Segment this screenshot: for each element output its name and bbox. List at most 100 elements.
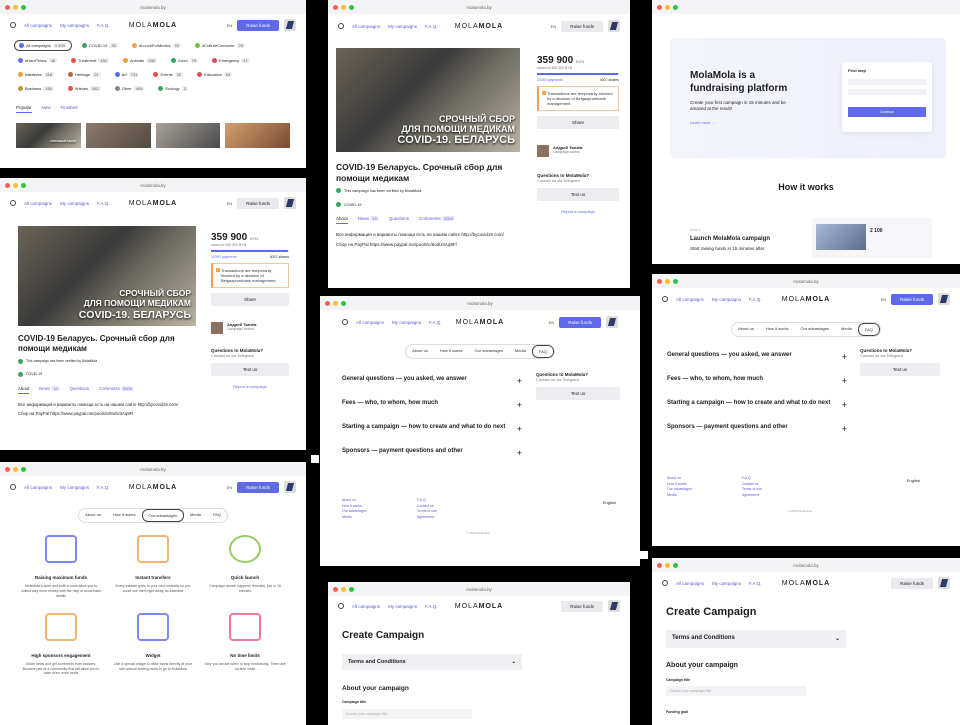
nav-all-campaigns[interactable]: All campaigns [676,297,704,302]
report-link[interactable]: Report a campaign [211,384,289,389]
language-selector[interactable]: EN [549,320,555,325]
footer-lang[interactable]: English [907,478,920,483]
logo[interactable]: MOLAMOLA [129,22,177,29]
nav-faq[interactable]: F.A.Q. [425,604,438,609]
avatar[interactable] [284,19,296,31]
category-chip[interactable]: Ecology 3 [154,84,191,93]
tab-how-it-works[interactable]: How it works [434,345,469,358]
text-us-button[interactable]: Text us [537,188,619,201]
nav-faq[interactable]: F.A.Q. [429,320,442,325]
raise-funds-button[interactable]: Raise funds [891,577,933,589]
search-icon[interactable] [342,319,348,325]
avatar[interactable] [938,293,950,305]
tab-news[interactable]: News 19 [358,216,379,224]
faq-item[interactable]: Fees — who, to whom, how much + [342,396,522,414]
nav-all-campaigns[interactable]: All campaigns [24,201,52,206]
nav-faq[interactable]: F.A.Q. [97,23,110,28]
nav-all-campaigns[interactable]: All campaigns [676,581,704,586]
author-block[interactable]: Андрей Ткачёв Campaign author [211,322,289,334]
category-chip[interactable]: #LunchForMedics 22 [128,40,185,51]
category-chip[interactable]: #HardTimes 48 [14,56,61,65]
nav-my-campaigns[interactable]: My campaigns [388,24,417,29]
faq-item[interactable]: Fees — who, to whom, how much + [667,372,847,390]
tab-finished[interactable]: Finished [61,105,78,113]
search-icon[interactable] [662,580,668,586]
category-chip[interactable]: Initiatives 116 [14,70,58,79]
nav-faq[interactable]: F.A.Q. [749,581,762,586]
tab-our-advantages[interactable]: Our advantages [795,323,835,336]
footer-link[interactable]: Media [342,515,367,521]
faq-item[interactable]: Starting a campaign — how to create and … [342,420,522,438]
category-chip[interactable]: All campaigns 1 400 [14,40,72,51]
faq-item[interactable]: General questions — you asked, we answer… [342,372,522,390]
campaign-card[interactable] [85,123,151,148]
search-icon[interactable] [10,200,16,206]
faq-item[interactable]: Starting a campaign — how to create and … [667,396,847,414]
tab-comments[interactable]: Comments 2004 [99,385,134,394]
avatar[interactable] [608,20,620,32]
search-icon[interactable] [10,484,16,490]
nav-faq[interactable]: F.A.Q. [749,297,762,302]
nav-my-campaigns[interactable]: My campaigns [712,297,741,302]
campaign-title-input[interactable]: Choose your campaign title [666,686,806,696]
text-us-button[interactable]: Text us [211,363,289,376]
tab-about[interactable]: About [18,386,30,394]
raise-funds-button[interactable]: Raise funds [561,600,603,612]
tab-news[interactable]: News 19 [39,385,60,394]
search-icon[interactable] [338,23,344,29]
logo[interactable]: MOLAMOLA [456,319,504,326]
language-selector[interactable]: EN [881,297,887,302]
logo[interactable]: MOLAMOLA [129,484,177,491]
share-button[interactable]: Share [537,116,619,129]
faq-item[interactable]: General questions — you asked, we answer… [667,348,847,366]
tab-faq[interactable]: FAQ [207,509,227,522]
category-chip[interactable]: Animals 156 [119,56,161,65]
raise-funds-button[interactable]: Raise funds [561,20,603,32]
share-button[interactable]: Share [211,293,289,306]
search-icon[interactable] [662,296,668,302]
nav-my-campaigns[interactable]: My campaigns [388,604,417,609]
raise-funds-button[interactable]: Raise funds [237,19,279,31]
footer-link[interactable]: Terms of use [742,487,762,493]
language-selector[interactable]: EN [227,201,233,206]
nav-my-campaigns[interactable]: My campaigns [60,23,89,28]
nav-all-campaigns[interactable]: All campaigns [24,485,52,490]
nav-all-campaigns[interactable]: All campaigns [352,604,380,609]
tab-how-it-works[interactable]: How it works [760,323,795,336]
language-selector[interactable]: EN [227,23,233,28]
avatar[interactable] [608,600,620,612]
raise-funds-button[interactable]: Raise funds [237,197,279,209]
nav-faq[interactable]: F.A.Q. [97,201,110,206]
avatar[interactable] [938,577,950,589]
learn-more-link[interactable]: Learn more → [690,120,716,125]
language-selector[interactable]: EN [551,24,557,29]
campaign-card[interactable] [155,123,221,148]
raise-funds-button[interactable]: Raise funds [559,316,601,328]
tab-about-us[interactable]: About us [79,509,107,522]
category-chip[interactable]: Other 409 [111,84,149,93]
category-chip[interactable]: COVID-19 33 [78,40,122,51]
tab-faq[interactable]: FAQ [857,323,880,336]
campaign-card[interactable] [225,123,290,148]
category-chip[interactable]: Business 150 [14,84,58,93]
footer-link[interactable]: Our advantages [667,487,692,493]
terms-accordion[interactable]: Terms and Conditions ⌄ [666,630,846,648]
campaign-card[interactable]: СРОЧНЫЙ СБОР [16,123,81,148]
author-block[interactable]: Андрей Ткачёв Campaign author [537,145,619,157]
footer-lang[interactable]: English [603,500,616,505]
footer-link[interactable]: Our advantages [342,509,367,515]
tab-questions[interactable]: Questions [70,386,89,394]
tab-our-advantages[interactable]: Our advantages [469,345,509,358]
tab-popular[interactable]: Popular [16,105,32,113]
footer-link[interactable]: Terms of use [417,509,437,515]
tab-media[interactable]: Media [509,345,532,358]
text-us-button[interactable]: Text us [536,387,620,400]
language-selector[interactable]: EN [227,485,233,490]
avatar[interactable] [284,197,296,209]
nav-faq[interactable]: F.A.Q. [97,485,110,490]
tab-about-us[interactable]: About us [732,323,760,336]
logo[interactable]: MOLAMOLA [455,603,503,610]
avatar[interactable] [284,481,296,493]
search-icon[interactable] [338,603,344,609]
terms-accordion[interactable]: Terms and Conditions ⌄ [342,654,522,670]
